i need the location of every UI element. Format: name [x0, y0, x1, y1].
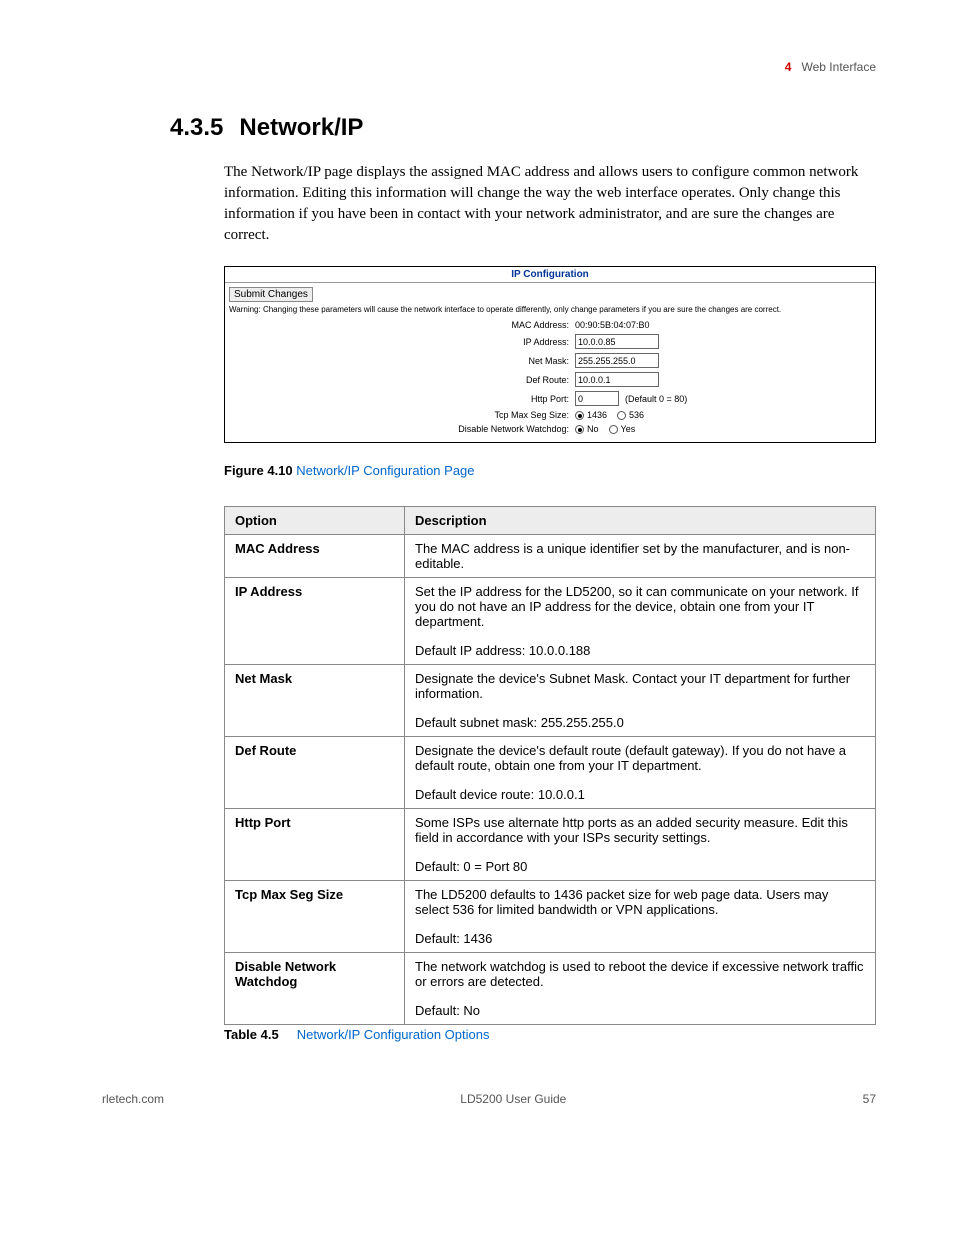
ip-config-title: IP Configuration [225, 267, 875, 283]
description-paragraph: Default: No [415, 1003, 865, 1018]
description-paragraph: Some ISPs use alternate http ports as an… [415, 815, 865, 845]
page-header: 4 Web Interface [102, 60, 876, 74]
tcp-seg-1436-label: 1436 [587, 410, 607, 420]
figure-caption-bold: Figure 4.10 [224, 463, 293, 478]
tcp-seg-radio-536[interactable] [617, 411, 626, 420]
footer-right: 57 [863, 1092, 876, 1106]
table-row: IP AddressSet the IP address for the LD5… [225, 578, 876, 665]
table-row: Net Mask Designate the device's Subnet Ma… [225, 665, 876, 737]
option-cell: MAC Address [225, 535, 405, 578]
tcp-seg-radio-1436[interactable] [575, 411, 584, 420]
th-option: Option [225, 507, 405, 535]
chapter-title: Web Interface [802, 60, 876, 74]
table-caption-bold: Table 4.5 [224, 1027, 279, 1042]
watchdog-radio-no[interactable] [575, 425, 584, 434]
description-paragraph: Designate the device's Subnet Mask. Cont… [415, 671, 865, 701]
ip-address-label: IP Address: [229, 337, 575, 347]
footer-center: LD5200 User Guide [164, 1092, 863, 1106]
warning-text: Warning: Changing these parameters will … [229, 305, 871, 314]
description-paragraph: Default: 1436 [415, 931, 865, 946]
def-route-label: Def Route: [229, 375, 575, 385]
th-description: Description [405, 507, 876, 535]
description-paragraph: Set the IP address for the LD5200, so it… [415, 584, 865, 629]
description-paragraph: Default subnet mask: 255.255.255.0 [415, 715, 865, 730]
description-cell: The MAC address is a unique identifier s… [405, 535, 876, 578]
watchdog-radio-yes[interactable] [609, 425, 618, 434]
tcp-seg-536-label: 536 [629, 410, 644, 420]
watchdog-no-label: No [587, 424, 599, 434]
table-row: Def Route Designate the device's default … [225, 737, 876, 809]
table-caption-link: Network/IP Configuration Options [297, 1027, 490, 1042]
table-row: Disable Network Watchdog The network watc… [225, 953, 876, 1025]
description-cell: The LD5200 defaults to 1436 packet size … [405, 881, 876, 953]
option-cell: IP Address [225, 578, 405, 665]
description-paragraph: Default device route: 10.0.0.1 [415, 787, 865, 802]
def-route-input[interactable] [575, 372, 659, 387]
description-cell: Set the IP address for the LD5200, so it… [405, 578, 876, 665]
figure-caption-link: Network/IP Configuration Page [296, 463, 474, 478]
table-row: Tcp Max Seg Size The LD5200 defaults to 1… [225, 881, 876, 953]
tcp-seg-label: Tcp Max Seg Size: [229, 410, 575, 420]
options-table: Option Description MAC Address The MAC ad… [224, 506, 876, 1025]
description-paragraph: The MAC address is a unique identifier s… [415, 541, 865, 571]
description-paragraph: The LD5200 defaults to 1436 packet size … [415, 887, 865, 917]
http-port-input[interactable] [575, 391, 619, 406]
section-title: Network/IP [239, 114, 363, 142]
description-cell: Designate the device's Subnet Mask. Cont… [405, 665, 876, 737]
description-cell: Designate the device's default route (de… [405, 737, 876, 809]
option-cell: Disable Network Watchdog [225, 953, 405, 1025]
table-caption: Table 4.5 Network/IP Configuration Optio… [224, 1027, 876, 1042]
description-paragraph: Designate the device's default route (de… [415, 743, 865, 773]
mac-address-value: 00:90:5B:04:07:B0 [575, 320, 650, 330]
watchdog-label: Disable Network Watchdog: [229, 424, 575, 434]
intro-paragraph: The Network/IP page displays the assigne… [224, 162, 876, 246]
section-number: 4.3.5 [170, 114, 223, 142]
net-mask-label: Net Mask: [229, 356, 575, 366]
table-row: MAC Address The MAC address is a unique i… [225, 535, 876, 578]
figure-caption: Figure 4.10 Network/IP Configuration Pag… [224, 463, 876, 478]
description-cell: The network watchdog is used to reboot t… [405, 953, 876, 1025]
description-paragraph: Default: 0 = Port 80 [415, 859, 865, 874]
option-cell: Def Route [225, 737, 405, 809]
description-paragraph: The network watchdog is used to reboot t… [415, 959, 865, 989]
ip-config-figure: IP Configuration Submit Changes Warning:… [224, 266, 876, 443]
option-cell: Http Port [225, 809, 405, 881]
http-port-label: Http Port: [229, 394, 575, 404]
option-cell: Tcp Max Seg Size [225, 881, 405, 953]
description-cell: Some ISPs use alternate http ports as an… [405, 809, 876, 881]
page-footer: rletech.com LD5200 User Guide 57 [102, 1092, 876, 1106]
footer-left: rletech.com [102, 1092, 164, 1106]
table-row: Http Port Some ISPs use alternate http po… [225, 809, 876, 881]
submit-changes-button[interactable]: Submit Changes [229, 287, 313, 302]
mac-address-label: MAC Address: [229, 320, 575, 330]
chapter-num: 4 [785, 60, 792, 74]
section-heading: 4.3.5 Network/IP [170, 114, 876, 142]
description-paragraph: Default IP address: 10.0.0.188 [415, 643, 865, 658]
option-cell: Net Mask [225, 665, 405, 737]
ip-address-input[interactable] [575, 334, 659, 349]
watchdog-yes-label: Yes [621, 424, 636, 434]
net-mask-input[interactable] [575, 353, 659, 368]
http-port-hint: (Default 0 = 80) [625, 394, 687, 404]
